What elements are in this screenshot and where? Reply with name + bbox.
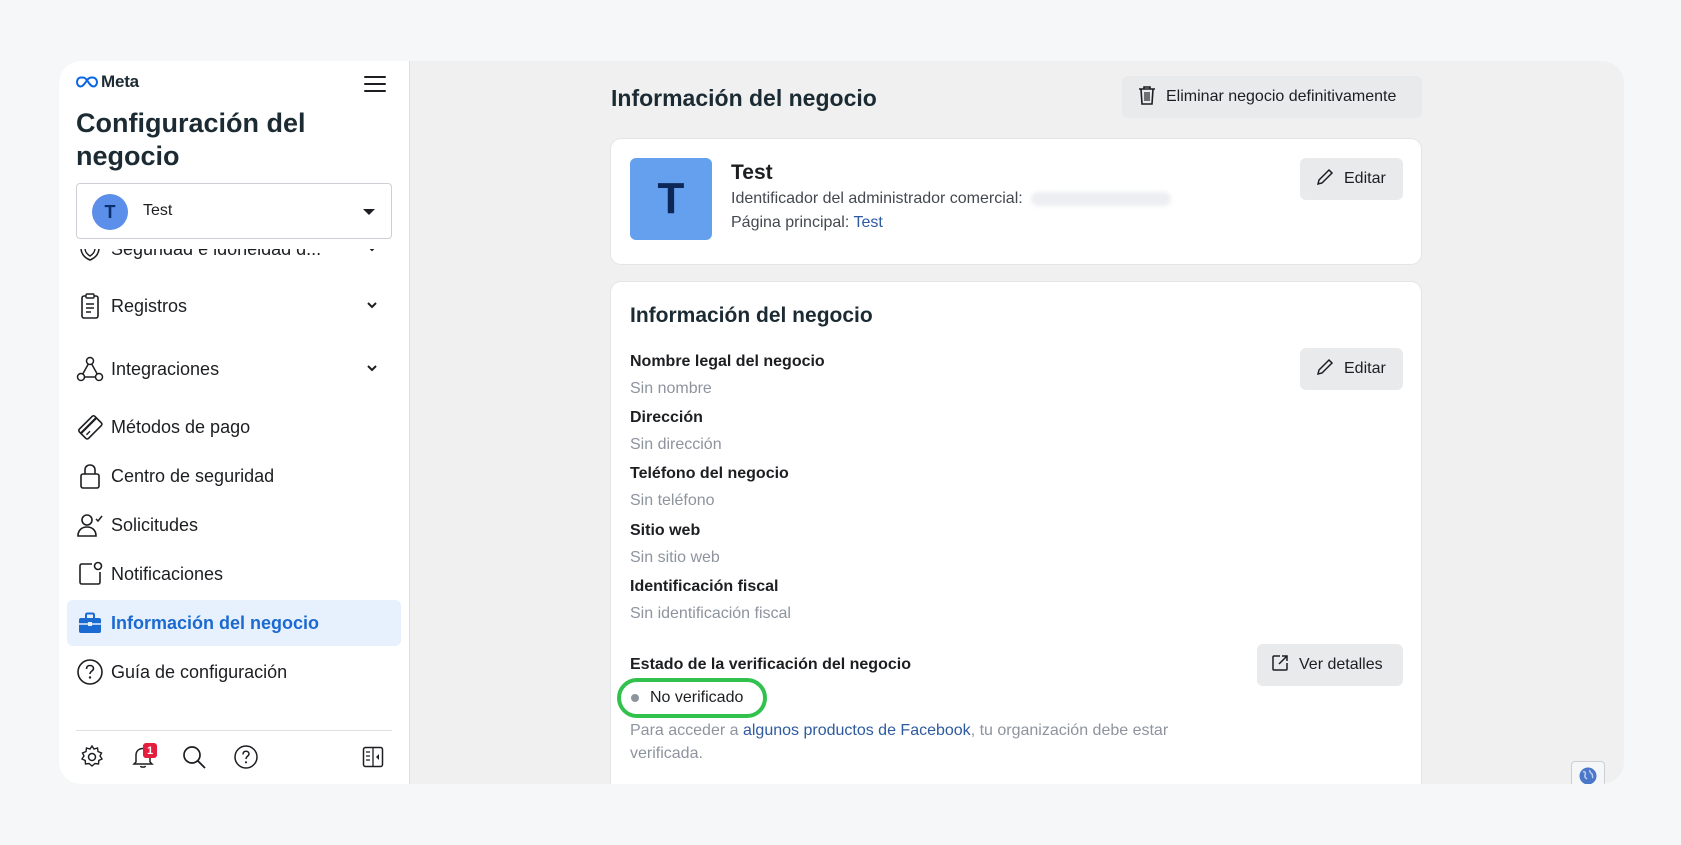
- delete-business-label: Eliminar negocio definitivamente: [1166, 88, 1397, 105]
- admin-id-redacted: [1030, 192, 1171, 206]
- avatar: T: [92, 194, 128, 230]
- edit-label: Editar: [1344, 360, 1386, 377]
- shield-icon: [75, 249, 105, 264]
- phone-label: Teléfono del negocio: [630, 465, 789, 482]
- tax-id-label: Identificación fiscal: [630, 578, 779, 595]
- integrations-icon: [75, 354, 105, 384]
- edit-details-button[interactable]: Editar: [1300, 348, 1403, 390]
- page-title: Información del negocio: [611, 85, 877, 111]
- sidebar-divider: [76, 730, 392, 731]
- person-check-icon: [75, 510, 105, 540]
- verification-status-text: No verificado: [650, 689, 744, 706]
- meta-logo: Meta: [76, 72, 139, 92]
- bell-icon[interactable]: 1: [125, 739, 161, 775]
- pencil-icon: [1316, 168, 1334, 191]
- facebook-products-link[interactable]: algunos productos de Facebook: [743, 722, 971, 739]
- legal-name-value: Sin nombre: [630, 380, 712, 397]
- main-page-row: Página principal: Test: [731, 214, 883, 232]
- sidebar-item-label: Notificaciones: [111, 563, 224, 584]
- view-details-label: Ver detalles: [1299, 656, 1383, 673]
- chevron-down-icon: [365, 361, 379, 380]
- meta-infinity-icon: [76, 76, 98, 88]
- sidebar-item-label: Integraciones: [111, 358, 220, 379]
- help-circle-icon: [75, 657, 105, 687]
- sidebar-item-guia-configuracion[interactable]: Guía de configuración: [67, 649, 401, 695]
- phone-value: Sin teléfono: [630, 492, 715, 509]
- meta-wordmark: Meta: [101, 72, 139, 91]
- sidebar-item-label: Solicitudes: [111, 514, 199, 535]
- address-label: Dirección: [630, 409, 703, 426]
- sidebar-item-informacion-negocio[interactable]: Información del negocio: [67, 600, 401, 646]
- edit-summary-button[interactable]: Editar: [1300, 158, 1403, 200]
- legal-name-label: Nombre legal del negocio: [630, 353, 825, 370]
- delete-business-button[interactable]: Eliminar negocio definitivamente: [1122, 76, 1422, 118]
- main-content: Información del negocio Eliminar negocio…: [411, 61, 1624, 784]
- sidebar-item-notificaciones[interactable]: Notificaciones: [67, 551, 401, 597]
- caret-down-icon: [363, 209, 375, 215]
- sidebar-item-integraciones[interactable]: Integraciones: [67, 346, 401, 392]
- app-window: Meta Configuración del negocio T Test Se…: [59, 61, 1624, 784]
- lock-icon: [75, 461, 105, 491]
- sidebar-item-centro-seguridad[interactable]: Centro de seguridad: [67, 453, 401, 499]
- tax-id-value: Sin identificación fiscal: [630, 605, 791, 622]
- business-account-selector[interactable]: T Test: [76, 183, 392, 239]
- website-label: Sitio web: [630, 522, 701, 539]
- edit-label: Editar: [1344, 170, 1386, 187]
- verification-status-badge: No verificado: [617, 678, 767, 718]
- chevron-down-icon: [365, 249, 379, 260]
- details-title: Información del negocio: [630, 304, 873, 327]
- business-logo: T: [630, 158, 712, 240]
- sidebar-item-label: Registros: [111, 295, 188, 316]
- sidebar-item-label: Métodos de pago: [111, 416, 251, 437]
- help-icon[interactable]: [228, 739, 264, 775]
- view-details-button[interactable]: Ver detalles: [1257, 644, 1403, 686]
- chevron-down-icon: [365, 298, 379, 317]
- sidebar-footer: 1: [59, 739, 410, 779]
- sidebar-item-seguridad[interactable]: Seguridad e idoneidad d...: [67, 249, 401, 272]
- business-details-card: Información del negocio Editar Nombre le…: [611, 282, 1421, 784]
- sidebar-item-label: Seguridad e idoneidad d...: [111, 249, 321, 260]
- menu-icon[interactable]: [364, 73, 388, 95]
- sidebar-item-metodos-pago[interactable]: Métodos de pago: [67, 404, 401, 450]
- sidebar-item-label: Información del negocio: [111, 612, 320, 633]
- notification-badge: 1: [143, 743, 157, 758]
- sidebar-title: Configuración del negocio: [76, 108, 306, 171]
- sidebar-nav: Seguridad e idoneidad d... Registros Int…: [59, 249, 410, 719]
- address-value: Sin dirección: [630, 436, 722, 453]
- main-page-link[interactable]: Test: [853, 214, 882, 231]
- card-icon: [75, 412, 105, 442]
- globe-icon[interactable]: [1571, 761, 1605, 784]
- admin-id-row: Identificador del administrador comercia…: [731, 190, 1171, 208]
- admin-id-label: Identificador del administrador comercia…: [731, 190, 1023, 207]
- business-name: Test: [731, 161, 773, 184]
- pencil-icon: [1316, 358, 1334, 381]
- trash-icon: [1138, 85, 1156, 110]
- sidebar-item-solicitudes[interactable]: Solicitudes: [67, 502, 401, 548]
- gear-icon[interactable]: [74, 739, 110, 775]
- note-prefix: Para acceder a: [630, 722, 739, 739]
- status-dot: [631, 694, 639, 702]
- sidebar-item-label: Guía de configuración: [111, 661, 288, 682]
- collapse-panel-icon[interactable]: [355, 739, 391, 775]
- sidebar-item-registros[interactable]: Registros: [67, 283, 401, 329]
- briefcase-icon: [75, 608, 105, 638]
- sidebar-item-label: Centro de seguridad: [111, 465, 275, 486]
- account-name: Test: [143, 202, 173, 219]
- clipboard-icon: [75, 291, 105, 321]
- external-link-icon: [1271, 654, 1289, 677]
- verification-label: Estado de la verificación del negocio: [630, 656, 911, 673]
- search-icon[interactable]: [176, 739, 212, 775]
- sidebar: Meta Configuración del negocio T Test Se…: [59, 61, 410, 784]
- verification-note: Para acceder a algunos productos de Face…: [630, 719, 1190, 765]
- main-page-label: Página principal:: [731, 214, 850, 231]
- notification-square-icon: [75, 559, 105, 589]
- website-value: Sin sitio web: [630, 549, 720, 566]
- business-summary-card: T Test Identificador del administrador c…: [611, 139, 1421, 264]
